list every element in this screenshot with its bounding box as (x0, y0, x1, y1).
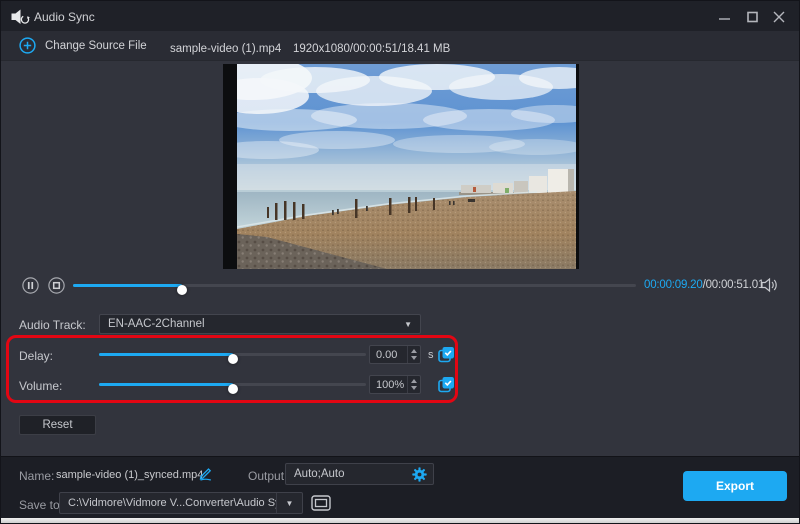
save-to-caret-down-icon[interactable]: ▼ (276, 493, 302, 513)
video-preview-frame (237, 64, 576, 269)
delay-value[interactable]: 0.00 (370, 349, 407, 361)
video-preview-container (223, 64, 579, 269)
audio-sync-window: Audio Sync Change Source File sample-vid… (0, 0, 800, 524)
current-time: 00:00:09.20 (644, 279, 703, 291)
spin-down-icon[interactable] (411, 386, 417, 390)
window-bottom-edge (1, 518, 799, 524)
reset-button[interactable]: Reset (19, 415, 96, 435)
spin-up-icon[interactable] (411, 379, 417, 383)
delay-apply-to-all-icon[interactable] (438, 346, 455, 363)
progress-thumb[interactable] (177, 285, 187, 295)
volume-apply-to-all-icon[interactable] (438, 376, 455, 393)
progress-fill (73, 284, 182, 287)
audio-track-value: EN-AAC-2Channel (108, 318, 205, 330)
speaker-volume-icon[interactable] (761, 277, 780, 296)
time-display: 00:00:09.20/00:00:51.01 (644, 279, 764, 291)
window-title: Audio Sync (34, 10, 95, 24)
output-settings-gear-icon[interactable] (412, 467, 427, 482)
source-filename: sample-video (1).mp4 (170, 43, 281, 55)
delay-value-box[interactable]: 0.00 (369, 345, 421, 364)
beach-scene-video (237, 64, 576, 269)
playback-progress-slider[interactable] (73, 280, 636, 291)
export-button[interactable]: Export (683, 471, 787, 501)
output-label: Output: (248, 469, 287, 483)
change-source-file-label: Change Source File (45, 40, 147, 52)
spin-down-icon[interactable] (411, 356, 417, 360)
pause-button[interactable] (22, 277, 39, 294)
output-format-value: Auto;Auto (294, 468, 412, 480)
output-filename: sample-video (1)_synced.mp4 (56, 469, 203, 481)
app-speaker-sync-icon (11, 9, 30, 28)
change-source-file-button[interactable]: Change Source File (19, 37, 147, 54)
maximize-button[interactable] (745, 9, 761, 25)
volume-slider[interactable] (99, 379, 366, 390)
close-button[interactable] (771, 9, 787, 25)
edit-name-pencil-icon[interactable] (198, 466, 213, 481)
title-bar: Audio Sync (1, 1, 799, 31)
volume-slider-fill (99, 383, 233, 386)
save-to-path-field[interactable]: C:\Vidmore\Vidmore V...Converter\Audio S… (59, 492, 303, 514)
output-format-field[interactable]: Auto;Auto (285, 463, 434, 485)
name-label: Name: (19, 469, 54, 483)
volume-value-box[interactable]: 100% (369, 375, 421, 394)
plus-circle-icon (19, 37, 36, 54)
audio-track-label: Audio Track: (19, 318, 86, 332)
delay-slider-thumb[interactable] (228, 354, 238, 364)
delay-slider-fill (99, 353, 233, 356)
footer-bar: Name: sample-video (1)_synced.mp4 Output… (1, 456, 799, 518)
save-to-label: Save to: (19, 498, 63, 512)
toolbar: Change Source File sample-video (1).mp4 … (1, 31, 799, 61)
export-label: Export (716, 479, 754, 493)
delay-slider[interactable] (99, 349, 366, 360)
reset-label: Reset (42, 419, 72, 431)
caret-down-icon: ▼ (404, 320, 412, 329)
volume-spinner[interactable] (407, 376, 420, 393)
save-to-path: C:\Vidmore\Vidmore V...Converter\Audio S… (60, 497, 276, 509)
minimize-button[interactable] (717, 9, 733, 25)
delay-unit: s (428, 349, 434, 361)
volume-value[interactable]: 100% (370, 379, 407, 391)
source-file-info: 1920x1080/00:00:51/18.41 MB (293, 43, 450, 55)
volume-slider-thumb[interactable] (228, 384, 238, 394)
stop-button[interactable] (48, 277, 65, 294)
delay-label: Delay: (19, 349, 79, 363)
delay-spinner[interactable] (407, 346, 420, 363)
spin-up-icon[interactable] (411, 349, 417, 353)
browse-folder-icon[interactable] (311, 495, 331, 511)
total-time: 00:00:51.01 (706, 279, 765, 291)
volume-label: Volume: (19, 379, 79, 393)
audio-track-dropdown[interactable]: EN-AAC-2Channel ▼ (99, 314, 421, 334)
